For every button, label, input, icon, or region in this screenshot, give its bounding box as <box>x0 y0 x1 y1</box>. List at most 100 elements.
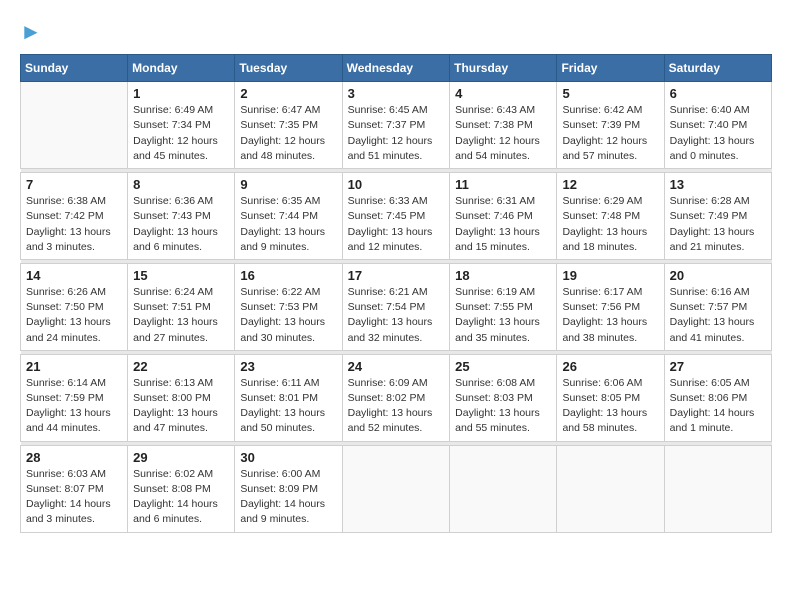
day-number: 24 <box>348 359 445 374</box>
calendar-cell: 13Sunrise: 6:28 AMSunset: 7:49 PMDayligh… <box>664 173 771 260</box>
day-number: 23 <box>240 359 336 374</box>
day-header-monday: Monday <box>128 55 235 82</box>
day-info: Sunrise: 6:22 AMSunset: 7:53 PMDaylight:… <box>240 285 336 346</box>
calendar-week-row: 7 Sunrise: 6:38 AMSunset: 7:42 PMDaylight… <box>21 173 772 260</box>
calendar-cell: 28 Sunrise: 6:03 AMSunset: 8:07 PMDayligh… <box>21 445 128 532</box>
calendar-cell: 30 Sunrise: 6:00 AMSunset: 8:09 PMDayligh… <box>235 445 342 532</box>
calendar-cell: 8 Sunrise: 6:36 AMSunset: 7:43 PMDaylight… <box>128 173 235 260</box>
day-number: 19 <box>562 268 658 283</box>
day-info: Sunrise: 6:49 AMSunset: 7:34 PMDaylight:… <box>133 103 229 164</box>
day-number: 18 <box>455 268 551 283</box>
calendar-cell: 4 Sunrise: 6:43 AMSunset: 7:38 PMDaylight… <box>450 82 557 169</box>
calendar-week-row: 28 Sunrise: 6:03 AMSunset: 8:07 PMDayligh… <box>21 445 772 532</box>
calendar-cell: 19 Sunrise: 6:17 AMSunset: 7:56 PMDayligh… <box>557 263 664 350</box>
day-number: 16 <box>240 268 336 283</box>
day-info: Sunrise: 6:08 AMSunset: 8:03 PMDaylight:… <box>455 376 551 437</box>
day-info: Sunrise: 6:02 AMSunset: 8:08 PMDaylight:… <box>133 467 229 528</box>
day-info: Sunrise: 6:40 AMSunset: 7:40 PMDaylight:… <box>670 103 766 164</box>
calendar-cell <box>557 445 664 532</box>
day-header-thursday: Thursday <box>450 55 557 82</box>
day-number: 21 <box>26 359 122 374</box>
day-info: Sunrise: 6:03 AMSunset: 8:07 PMDaylight:… <box>26 467 122 528</box>
calendar-cell: 18 Sunrise: 6:19 AMSunset: 7:55 PMDayligh… <box>450 263 557 350</box>
calendar-week-row: 21 Sunrise: 6:14 AMSunset: 7:59 PMDayligh… <box>21 354 772 441</box>
calendar-cell: 20 Sunrise: 6:16 AMSunset: 7:57 PMDayligh… <box>664 263 771 350</box>
day-info: Sunrise: 6:05 AMSunset: 8:06 PMDaylight:… <box>670 376 766 437</box>
day-info: Sunrise: 6:47 AMSunset: 7:35 PMDaylight:… <box>240 103 336 164</box>
calendar-cell: 10 Sunrise: 6:33 AMSunset: 7:45 PMDayligh… <box>342 173 450 260</box>
day-number: 6 <box>670 86 766 101</box>
calendar-week-row: 1 Sunrise: 6:49 AMSunset: 7:34 PMDaylight… <box>21 82 772 169</box>
day-number: 3 <box>348 86 445 101</box>
day-header-tuesday: Tuesday <box>235 55 342 82</box>
calendar-cell: 1 Sunrise: 6:49 AMSunset: 7:34 PMDaylight… <box>128 82 235 169</box>
day-number: 30 <box>240 450 336 465</box>
day-number: 10 <box>348 177 445 192</box>
day-info: Sunrise: 6:09 AMSunset: 8:02 PMDaylight:… <box>348 376 445 437</box>
calendar-cell: 14 Sunrise: 6:26 AMSunset: 7:50 PMDayligh… <box>21 263 128 350</box>
day-info: Sunrise: 6:31 AMSunset: 7:46 PMDaylight:… <box>455 194 551 255</box>
day-number: 11 <box>455 177 551 192</box>
day-info: Sunrise: 6:00 AMSunset: 8:09 PMDaylight:… <box>240 467 336 528</box>
calendar-cell: 12Sunrise: 6:29 AMSunset: 7:48 PMDayligh… <box>557 173 664 260</box>
calendar-cell: 11 Sunrise: 6:31 AMSunset: 7:46 PMDayligh… <box>450 173 557 260</box>
day-info: Sunrise: 6:06 AMSunset: 8:05 PMDaylight:… <box>562 376 658 437</box>
day-number: 14 <box>26 268 122 283</box>
logo: ► <box>20 20 42 44</box>
calendar-week-row: 14 Sunrise: 6:26 AMSunset: 7:50 PMDayligh… <box>21 263 772 350</box>
calendar-cell: 5Sunrise: 6:42 AMSunset: 7:39 PMDaylight… <box>557 82 664 169</box>
day-number: 28 <box>26 450 122 465</box>
day-info: Sunrise: 6:14 AMSunset: 7:59 PMDaylight:… <box>26 376 122 437</box>
day-number: 2 <box>240 86 336 101</box>
calendar-cell: 24 Sunrise: 6:09 AMSunset: 8:02 PMDayligh… <box>342 354 450 441</box>
day-info: Sunrise: 6:24 AMSunset: 7:51 PMDaylight:… <box>133 285 229 346</box>
day-number: 15 <box>133 268 229 283</box>
day-number: 1 <box>133 86 229 101</box>
calendar-cell: 2 Sunrise: 6:47 AMSunset: 7:35 PMDaylight… <box>235 82 342 169</box>
calendar-cell: 27 Sunrise: 6:05 AMSunset: 8:06 PMDayligh… <box>664 354 771 441</box>
calendar-cell: 7 Sunrise: 6:38 AMSunset: 7:42 PMDaylight… <box>21 173 128 260</box>
calendar-cell: 6 Sunrise: 6:40 AMSunset: 7:40 PMDaylight… <box>664 82 771 169</box>
day-header-friday: Friday <box>557 55 664 82</box>
day-number: 4 <box>455 86 551 101</box>
calendar-cell: 22 Sunrise: 6:13 AMSunset: 8:00 PMDayligh… <box>128 354 235 441</box>
day-number: 7 <box>26 177 122 192</box>
calendar-cell: 23 Sunrise: 6:11 AMSunset: 8:01 PMDayligh… <box>235 354 342 441</box>
calendar-cell <box>450 445 557 532</box>
calendar-cell: 15 Sunrise: 6:24 AMSunset: 7:51 PMDayligh… <box>128 263 235 350</box>
calendar-cell: 3Sunrise: 6:45 AMSunset: 7:37 PMDaylight… <box>342 82 450 169</box>
day-number: 5 <box>562 86 658 101</box>
day-info: Sunrise: 6:16 AMSunset: 7:57 PMDaylight:… <box>670 285 766 346</box>
calendar-cell: 25 Sunrise: 6:08 AMSunset: 8:03 PMDayligh… <box>450 354 557 441</box>
day-number: 17 <box>348 268 445 283</box>
day-number: 29 <box>133 450 229 465</box>
calendar-cell <box>664 445 771 532</box>
day-number: 12 <box>562 177 658 192</box>
calendar-cell: 21 Sunrise: 6:14 AMSunset: 7:59 PMDayligh… <box>21 354 128 441</box>
day-info: Sunrise: 6:43 AMSunset: 7:38 PMDaylight:… <box>455 103 551 164</box>
day-info: Sunrise: 6:36 AMSunset: 7:43 PMDaylight:… <box>133 194 229 255</box>
day-number: 27 <box>670 359 766 374</box>
day-number: 8 <box>133 177 229 192</box>
day-info: Sunrise: 6:19 AMSunset: 7:55 PMDaylight:… <box>455 285 551 346</box>
calendar-cell <box>342 445 450 532</box>
day-info: Sunrise: 6:17 AMSunset: 7:56 PMDaylight:… <box>562 285 658 346</box>
calendar-cell: 26Sunrise: 6:06 AMSunset: 8:05 PMDayligh… <box>557 354 664 441</box>
day-info: Sunrise: 6:26 AMSunset: 7:50 PMDaylight:… <box>26 285 122 346</box>
page-header: ► <box>20 20 772 44</box>
calendar-table: SundayMondayTuesdayWednesdayThursdayFrid… <box>20 54 772 532</box>
day-number: 25 <box>455 359 551 374</box>
day-number: 22 <box>133 359 229 374</box>
day-info: Sunrise: 6:13 AMSunset: 8:00 PMDaylight:… <box>133 376 229 437</box>
calendar-cell: 17Sunrise: 6:21 AMSunset: 7:54 PMDayligh… <box>342 263 450 350</box>
day-info: Sunrise: 6:33 AMSunset: 7:45 PMDaylight:… <box>348 194 445 255</box>
day-header-wednesday: Wednesday <box>342 55 450 82</box>
day-header-sunday: Sunday <box>21 55 128 82</box>
day-number: 20 <box>670 268 766 283</box>
day-info: Sunrise: 6:38 AMSunset: 7:42 PMDaylight:… <box>26 194 122 255</box>
calendar-header-row: SundayMondayTuesdayWednesdayThursdayFrid… <box>21 55 772 82</box>
calendar-cell: 29 Sunrise: 6:02 AMSunset: 8:08 PMDayligh… <box>128 445 235 532</box>
day-info: Sunrise: 6:28 AMSunset: 7:49 PMDaylight:… <box>670 194 766 255</box>
day-info: Sunrise: 6:35 AMSunset: 7:44 PMDaylight:… <box>240 194 336 255</box>
day-info: Sunrise: 6:11 AMSunset: 8:01 PMDaylight:… <box>240 376 336 437</box>
